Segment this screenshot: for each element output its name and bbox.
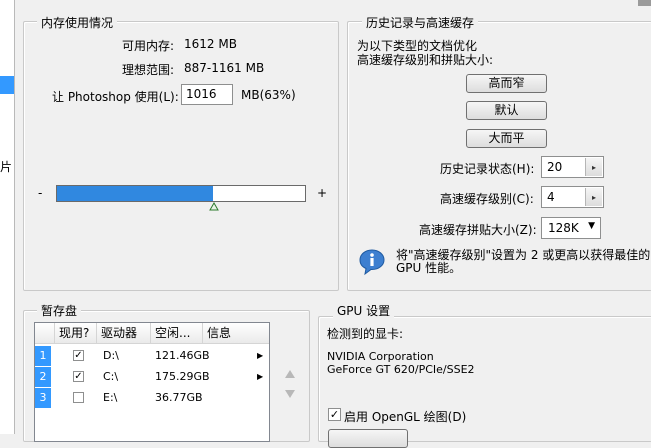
ideal-range-label: 理想范围: bbox=[122, 63, 175, 77]
stepper-arrow-icon[interactable]: ▸ bbox=[585, 158, 602, 176]
chevron-down-icon: ▼ bbox=[588, 221, 595, 231]
cache-levels-label: 高速缓存级别(C): bbox=[440, 192, 534, 206]
memory-slider-track[interactable] bbox=[56, 185, 306, 202]
cache-levels-stepper[interactable]: 4 ▸ bbox=[541, 186, 604, 208]
photoshop-usage-input[interactable]: 1016 bbox=[181, 84, 233, 105]
stepper-arrow-icon[interactable]: ▸ bbox=[585, 188, 602, 206]
window-edge bbox=[638, 0, 651, 6]
history-states-value: 20 bbox=[547, 160, 563, 174]
opengl-checkbox[interactable]: ✓ bbox=[328, 408, 341, 421]
advanced-settings-button[interactable] bbox=[328, 429, 408, 448]
detected-card-label: 检测到的显卡: bbox=[327, 327, 404, 341]
gpu-settings-title: GPU 设置 bbox=[333, 302, 395, 319]
optimize-desc-line2: 高速缓存级别和拼贴大小: bbox=[357, 53, 494, 67]
gpu-tip-line2: GPU 性能。 bbox=[396, 261, 462, 275]
ideal-range-value: 887-1161 MB bbox=[184, 61, 265, 75]
row-arrow-icon[interactable]: ▶ bbox=[257, 346, 263, 366]
tile-size-select[interactable]: 128K ▼ bbox=[541, 217, 601, 239]
move-down-icon[interactable] bbox=[284, 389, 296, 399]
header-num-col bbox=[35, 323, 55, 343]
header-active[interactable]: 现用? bbox=[55, 323, 97, 343]
opengl-label: 启用 OpenGL 绘图(D) bbox=[344, 410, 467, 424]
header-info[interactable]: 信息 bbox=[203, 323, 269, 343]
photoshop-usage-label: 让 Photoshop 使用(L): bbox=[52, 90, 179, 104]
active-checkbox[interactable] bbox=[73, 392, 84, 403]
drive-cell: E:\ bbox=[103, 391, 118, 404]
history-states-label: 历史记录状态(H): bbox=[440, 162, 535, 176]
tile-size-value: 128K bbox=[548, 221, 579, 235]
available-memory-value: 1612 MB bbox=[184, 37, 237, 51]
slider-minus: - bbox=[38, 186, 43, 200]
photoshop-usage-unit: MB(63%) bbox=[241, 88, 296, 102]
row-number: 1 bbox=[35, 346, 51, 366]
row-number: 2 bbox=[35, 367, 51, 387]
tall-thin-button[interactable]: 高而窄 bbox=[466, 74, 547, 93]
memory-slider-thumb-icon[interactable] bbox=[208, 202, 219, 211]
default-button[interactable]: 默认 bbox=[466, 101, 547, 120]
free-cell: 36.77GB bbox=[155, 391, 203, 404]
row-arrow-icon[interactable]: ▶ bbox=[257, 367, 263, 387]
free-cell: 175.29GB bbox=[155, 370, 210, 383]
scratch-disks-table[interactable]: 现用? 驱动器 空闲... 信息 1 ✓ D:\ 121.46GB ▶ 2 ✓ … bbox=[34, 322, 270, 442]
table-header: 现用? 驱动器 空闲... 信息 bbox=[35, 323, 269, 344]
drive-cell: D:\ bbox=[103, 349, 119, 362]
table-row[interactable]: 3 E:\ 36.77GB bbox=[35, 388, 269, 408]
header-free[interactable]: 空闲... bbox=[151, 323, 203, 343]
left-nav-partial-label: 片 bbox=[0, 160, 13, 174]
table-row[interactable]: 2 ✓ C:\ 175.29GB ▶ bbox=[35, 367, 269, 387]
table-row[interactable]: 1 ✓ D:\ 121.46GB ▶ bbox=[35, 346, 269, 366]
available-memory-label: 可用内存: bbox=[122, 39, 175, 53]
move-up-icon[interactable] bbox=[284, 369, 296, 379]
history-states-stepper[interactable]: 20 ▸ bbox=[541, 156, 604, 178]
gpu-model: GeForce GT 620/PCIe/SSE2 bbox=[327, 363, 475, 376]
left-nav-selected-item[interactable] bbox=[0, 76, 14, 94]
memory-usage-group bbox=[23, 21, 339, 291]
history-cache-title: 历史记录与高速缓存 bbox=[362, 14, 479, 31]
row-number: 3 bbox=[35, 388, 51, 408]
header-drive[interactable]: 驱动器 bbox=[97, 323, 151, 343]
big-flat-button[interactable]: 大而平 bbox=[466, 129, 547, 148]
active-checkbox[interactable]: ✓ bbox=[73, 371, 84, 382]
gpu-vendor: NVIDIA Corporation bbox=[327, 350, 434, 363]
drive-cell: C:\ bbox=[103, 370, 119, 383]
active-checkbox[interactable]: ✓ bbox=[73, 350, 84, 361]
memory-slider-fill bbox=[57, 186, 214, 201]
memory-usage-title: 内存使用情况 bbox=[37, 14, 118, 31]
info-icon bbox=[359, 249, 385, 276]
scratch-disks-title: 暂存盘 bbox=[37, 302, 82, 319]
tile-size-label: 高速缓存拼贴大小(Z): bbox=[419, 223, 537, 237]
cache-levels-value: 4 bbox=[547, 190, 555, 204]
left-nav-panel[interactable] bbox=[0, 0, 15, 434]
free-cell: 121.46GB bbox=[155, 349, 210, 362]
slider-plus: + bbox=[317, 186, 328, 200]
